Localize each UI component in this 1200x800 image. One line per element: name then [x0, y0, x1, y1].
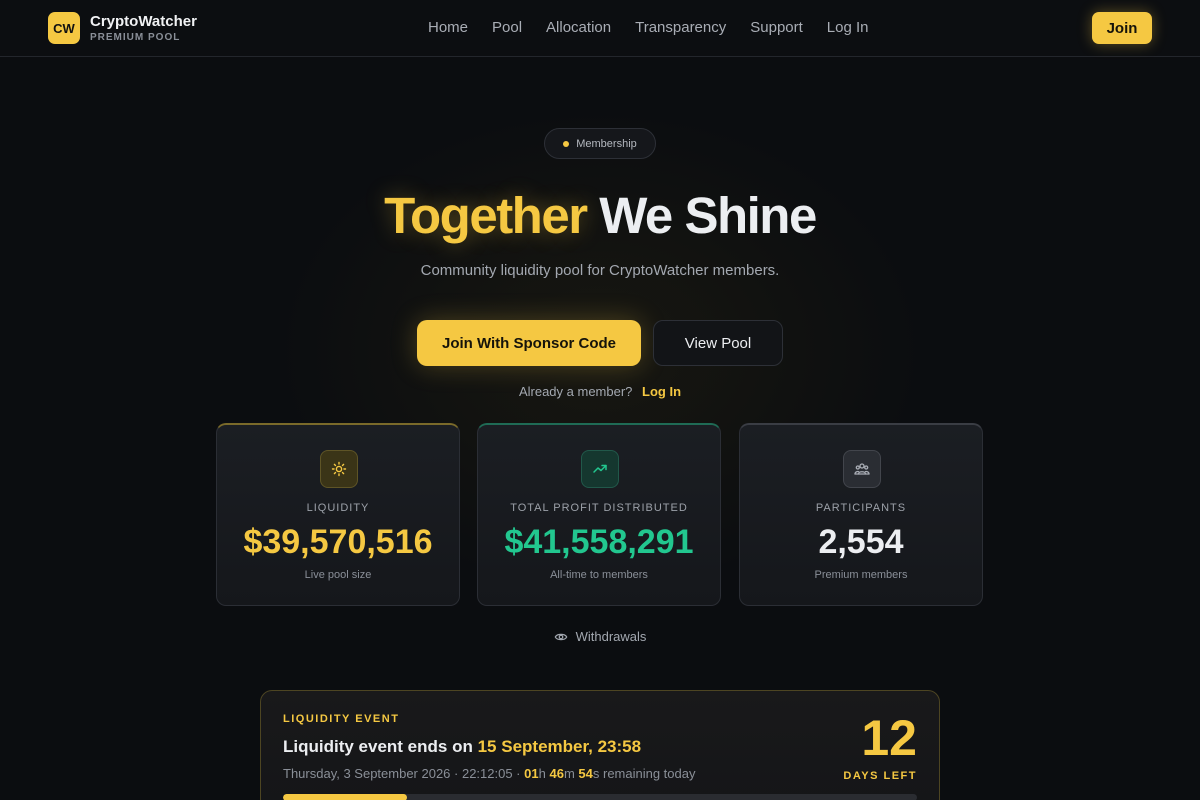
hours-unit: h — [538, 766, 546, 781]
withdrawals-label: Withdrawals — [575, 629, 647, 644]
stat-label: PARTICIPANTS — [815, 502, 907, 514]
stat-note: Premium members — [814, 569, 908, 581]
brand-name[interactable]: CryptoWatcher — [90, 13, 197, 30]
seconds-unit: s remaining today — [592, 766, 696, 781]
event-end-date: 15 September, 23:58 — [477, 737, 642, 756]
headline-highlight: Together — [384, 187, 588, 244]
nav-link-transparency[interactable]: Transparency — [635, 19, 726, 36]
hero-subline: Community liquidity pool for CryptoWatch… — [420, 262, 780, 279]
stat-value: $41,558,291 — [504, 523, 694, 561]
minutes-unit: m — [563, 766, 575, 781]
users-icon — [843, 450, 881, 488]
join-with-sponsor-code-button[interactable]: Join With Sponsor Code — [417, 320, 641, 366]
event-countdown-line: Thursday, 3 September 2026 · 22:12:05 · … — [283, 766, 696, 781]
stat-card-liquidity: LIQUIDITY $39,570,516 Live pool size — [216, 423, 460, 606]
event-tag: LIQUIDITY EVENT — [283, 713, 400, 725]
brand-subtitle: PREMIUM POOL — [90, 32, 181, 43]
stat-label: TOTAL PROFIT DISTRIBUTED — [510, 502, 688, 514]
stat-note: Live pool size — [304, 569, 372, 581]
days-left-label: DAYS LEFT — [843, 770, 917, 782]
countdown-seconds: 54 — [578, 766, 593, 781]
member-login-link[interactable]: Log In — [642, 384, 681, 399]
status-dot-icon — [563, 140, 570, 147]
nav-link-login[interactable]: Log In — [827, 19, 869, 36]
event-progress-fill — [283, 794, 407, 800]
pill-label: Membership — [576, 137, 637, 150]
join-button[interactable]: Join — [1092, 12, 1152, 44]
nav-link-pool[interactable]: Pool — [492, 19, 522, 36]
liquidity-event-card: LIQUIDITY EVENT Liquidity event ends on … — [260, 690, 940, 800]
top-nav: CW CryptoWatcher PREMIUM POOL Home Pool … — [0, 0, 1200, 57]
eye-icon — [554, 633, 567, 640]
member-login-line: Already a member? Log In — [0, 384, 1200, 399]
event-progress-track — [283, 794, 917, 800]
countdown-minutes: 46 — [549, 766, 564, 781]
nav-link-home[interactable]: Home — [428, 19, 468, 36]
event-title: Liquidity event ends on 15 September, 23… — [283, 737, 641, 757]
withdrawals-link[interactable]: Withdrawals — [0, 629, 1200, 644]
countdown-hours: 01 — [524, 766, 539, 781]
headline-rest: We Shine — [599, 187, 817, 244]
stat-value: $39,570,516 — [243, 523, 433, 561]
view-pool-button[interactable]: View Pool — [653, 320, 783, 366]
member-prompt: Already a member? — [518, 384, 633, 399]
stat-card-participants: PARTICIPANTS 2,554 Premium members — [739, 423, 983, 606]
nav-link-support[interactable]: Support — [750, 19, 803, 36]
days-left-count: 12 — [861, 710, 917, 766]
nav-link-allocation[interactable]: Allocation — [546, 19, 611, 36]
membership-pill: Membership — [544, 128, 656, 159]
stat-value: 2,554 — [818, 523, 904, 561]
hero-headline: Together We Shine — [0, 186, 1200, 245]
stat-note: All-time to members — [550, 569, 648, 581]
trending-up-icon — [581, 450, 619, 488]
current-datetime: Thursday, 3 September 2026 · 22:12:05 · — [283, 766, 521, 781]
stat-card-total-profit: TOTAL PROFIT DISTRIBUTED $41,558,291 All… — [477, 423, 721, 606]
event-title-prefix: Liquidity event ends on — [283, 737, 473, 756]
stat-label: LIQUIDITY — [306, 502, 370, 514]
nav-links: Home Pool Allocation Transparency Suppor… — [428, 19, 869, 36]
sun-icon — [320, 450, 358, 488]
logo-icon[interactable]: CW — [48, 12, 80, 44]
